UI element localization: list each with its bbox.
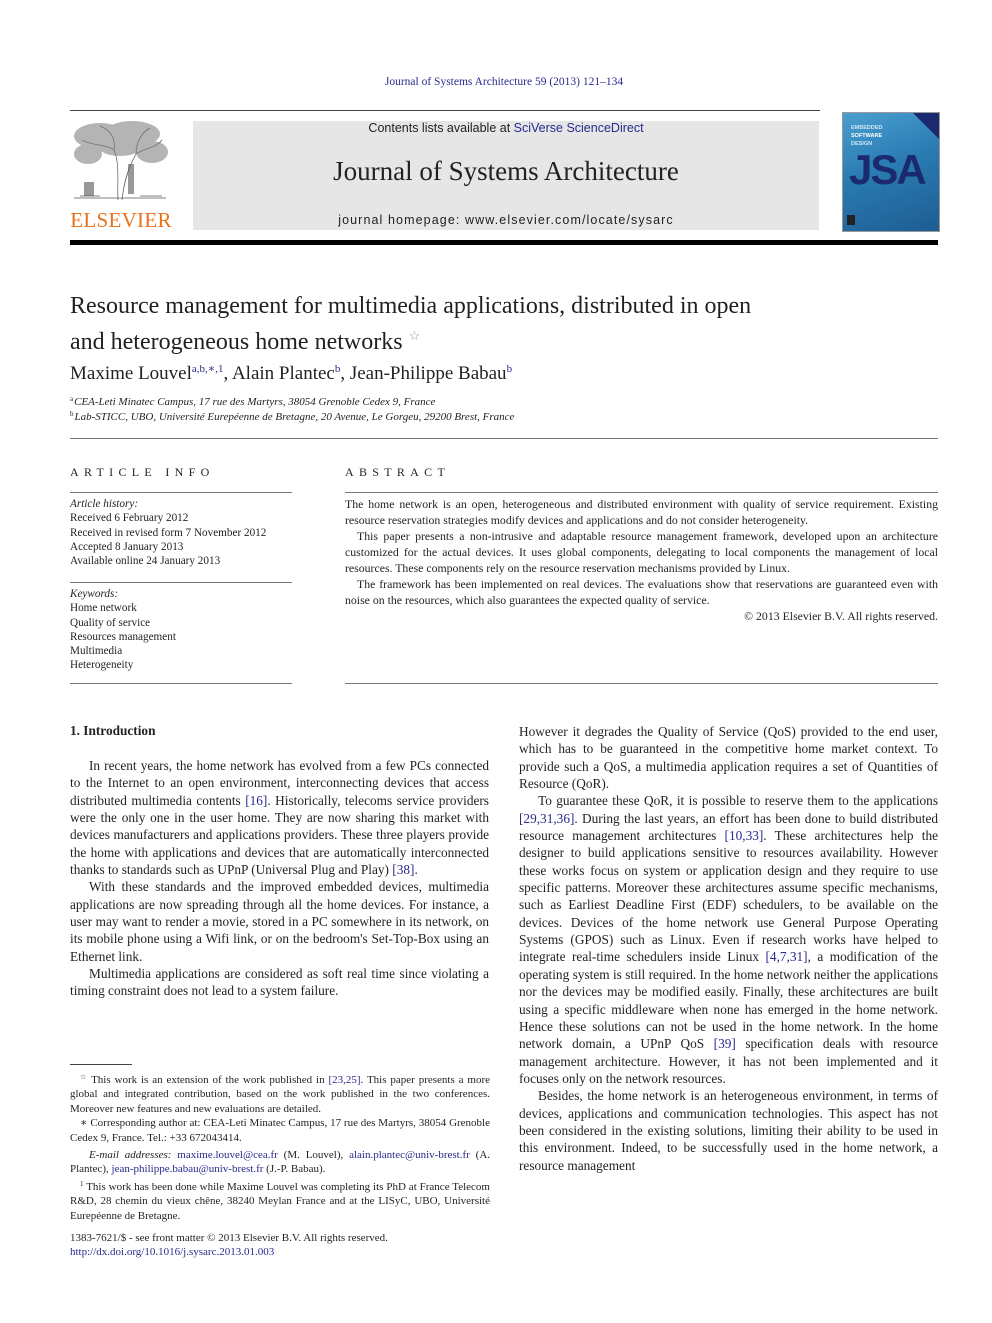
abstract-body: The home network is an open, heterogeneo… (345, 496, 938, 624)
body-paragraph: Besides, the home network is an heteroge… (519, 1088, 938, 1173)
journal-cover-image[interactable]: EMBEDDED SOFTWARE DESIGN JSA (842, 112, 940, 232)
citation-link[interactable]: [38] (392, 862, 414, 877)
publisher-name: ELSEVIER (70, 208, 172, 232)
history-item: Received in revised form 7 November 2012 (70, 526, 267, 539)
text-run: (J.-P. Babau). (263, 1163, 326, 1176)
cover-line-2: SOFTWARE (851, 133, 883, 139)
header-top-rule (70, 110, 820, 111)
author-list: Maxime Louvela,b,∗,1, Alain Plantecb, Je… (70, 363, 513, 384)
affiliation-text: Lab-STICC, UBO, Université Eurepéenne de… (74, 411, 515, 423)
text-run: This work is an extension of the work pu… (87, 1074, 329, 1086)
cover-line-1: EMBEDDED (851, 125, 883, 131)
journal-reference[interactable]: Journal of Systems Architecture 59 (2013… (0, 76, 992, 88)
journal-title[interactable]: Journal of Systems Architecture (193, 156, 819, 187)
article-title: Resource management for multimedia appli… (70, 292, 870, 357)
body-paragraph: Multimedia applications are considered a… (70, 966, 489, 999)
abstract-bottom-rule (345, 683, 938, 684)
issn-line: 1383-7621/$ - see front matter © 2013 El… (70, 1232, 388, 1244)
affiliation: bLab-STICC, UBO, Université Eurepéenne d… (70, 410, 514, 423)
footnotes: ☆ This work is an extension of the work … (70, 1070, 490, 1223)
keyword: Resources management (70, 630, 176, 643)
page-footer: 1383-7621/$ - see front matter © 2013 El… (70, 1231, 388, 1260)
elsevier-tree-icon (74, 121, 168, 201)
keywords-label: Keywords: (70, 588, 119, 600)
author-name[interactable]: Jean-Philippe Babau (350, 363, 507, 384)
affiliation: aCEA-Leti Minatec Campus, 17 rue des Mar… (70, 395, 435, 408)
citation-link[interactable]: [4,7,31] (766, 949, 808, 964)
citation-link[interactable]: [23,25] (328, 1074, 360, 1086)
journal-homepage[interactable]: journal homepage: www.elsevier.com/locat… (193, 213, 819, 227)
author-marks[interactable]: b (507, 363, 513, 375)
article-history: Article history: Received 6 February 201… (70, 497, 292, 568)
body-paragraph: To guarantee these QoR, it is possible t… (519, 792, 938, 1087)
text-run: (M. Louvel), (277, 1149, 350, 1162)
text-run: Corresponding author at: CEA-Leti Minate… (70, 1117, 490, 1144)
abstract-heading: ABSTRACT (345, 465, 451, 479)
citation-link[interactable]: [10,33] (725, 828, 764, 843)
affiliation-text: CEA-Leti Minatec Campus, 17 rue des Mart… (74, 396, 436, 408)
header-divider (70, 438, 938, 439)
sciencedirect-link[interactable]: SciVerse ScienceDirect (514, 121, 644, 135)
email-label: E-mail addresses: (89, 1149, 172, 1162)
citation-link[interactable]: [39] (714, 1036, 736, 1051)
doi-link[interactable]: http://dx.doi.org/10.1016/j.sysarc.2013.… (70, 1245, 388, 1259)
elsevier-logo[interactable]: ELSEVIER (68, 120, 174, 232)
section-heading-introduction: 1. Introduction (70, 723, 156, 738)
keyword: Home network (70, 602, 137, 615)
text-run: . (414, 862, 418, 878)
history-item: Available online 24 January 2013 (70, 555, 221, 568)
footnote-corresponding: ∗ Corresponding author at: CEA-Leti Mina… (70, 1116, 490, 1145)
body-paragraph: However it degrades the Quality of Servi… (519, 724, 938, 792)
history-item: Received 6 February 2012 (70, 512, 189, 525)
title-line-1: Resource management for multimedia appli… (70, 293, 752, 319)
citation-link[interactable]: [16] (245, 793, 267, 808)
body-right-column: However it degrades the Quality of Servi… (519, 723, 938, 1174)
title-footnote-star[interactable]: ☆ (409, 328, 421, 343)
text-run: . These architectures help the designer … (519, 828, 939, 965)
journal-banner: Contents lists available at SciVerse Sci… (193, 121, 819, 230)
keyword: Quality of service (70, 616, 151, 629)
affiliation-mark: a (70, 395, 74, 403)
author-marks[interactable]: a,b,∗,1 (192, 363, 224, 375)
article-info-bottom-rule (70, 683, 292, 684)
keyword: Multimedia (70, 645, 123, 658)
keywords: Keywords: Home network Quality of servic… (70, 587, 292, 673)
author-name[interactable]: Maxime Louvel (70, 363, 192, 384)
email-link[interactable]: alain.plantec@univ-brest.fr (349, 1149, 470, 1161)
body-paragraph: In recent years, the home network has ev… (70, 757, 489, 878)
abstract-divider (345, 492, 938, 493)
title-line-2: and heterogeneous home networks (70, 329, 403, 355)
citation-link[interactable]: [29,31,36] (519, 811, 574, 826)
footnote-rule (70, 1064, 132, 1065)
cover-publisher-mark (847, 215, 855, 225)
cover-acronym: JSA (849, 146, 927, 193)
article-info-divider (70, 492, 292, 493)
footnote-emails: E-mail addresses: maxime.louvel@cea.fr (… (70, 1148, 490, 1177)
email-link[interactable]: jean-philippe.babau@univ-brest.fr (112, 1163, 264, 1175)
abstract-paragraph: The home network is an open, heterogeneo… (345, 497, 938, 527)
history-item: Accepted 8 January 2013 (70, 540, 184, 553)
contents-prefix: Contents lists available at (368, 121, 514, 135)
cover-corner-badge (913, 113, 939, 139)
abstract-paragraph: This paper presents a non-intrusive and … (345, 529, 938, 575)
history-label: Article history: (70, 498, 139, 510)
body-left-column: In recent years, the home network has ev… (70, 757, 489, 1000)
body-paragraph: With these standards and the improved em… (70, 879, 489, 964)
abstract-copyright: © 2013 Elsevier B.V. All rights reserved… (744, 609, 938, 623)
contents-line: Contents lists available at SciVerse Sci… (193, 121, 819, 135)
keyword: Heterogeneity (70, 659, 134, 672)
text-run: This work has been done while Maxime Lou… (70, 1180, 490, 1222)
abstract-paragraph: The framework has been implemented on re… (345, 577, 938, 607)
footnote-star: ☆ This work is an extension of the work … (70, 1070, 490, 1116)
header-thick-rule (70, 240, 938, 245)
footnote-one: 1 This work has been done while Maxime L… (70, 1177, 490, 1223)
email-link[interactable]: maxime.louvel@cea.fr (177, 1149, 278, 1161)
article-info-heading: ARTICLE INFO (70, 465, 215, 479)
author-marks[interactable]: b (335, 363, 341, 375)
author-name[interactable]: Alain Plantec (232, 363, 335, 384)
affiliation-mark: b (70, 410, 74, 418)
keywords-divider (70, 582, 292, 583)
text-run: To guarantee these QoR, it is possible t… (538, 793, 938, 809)
